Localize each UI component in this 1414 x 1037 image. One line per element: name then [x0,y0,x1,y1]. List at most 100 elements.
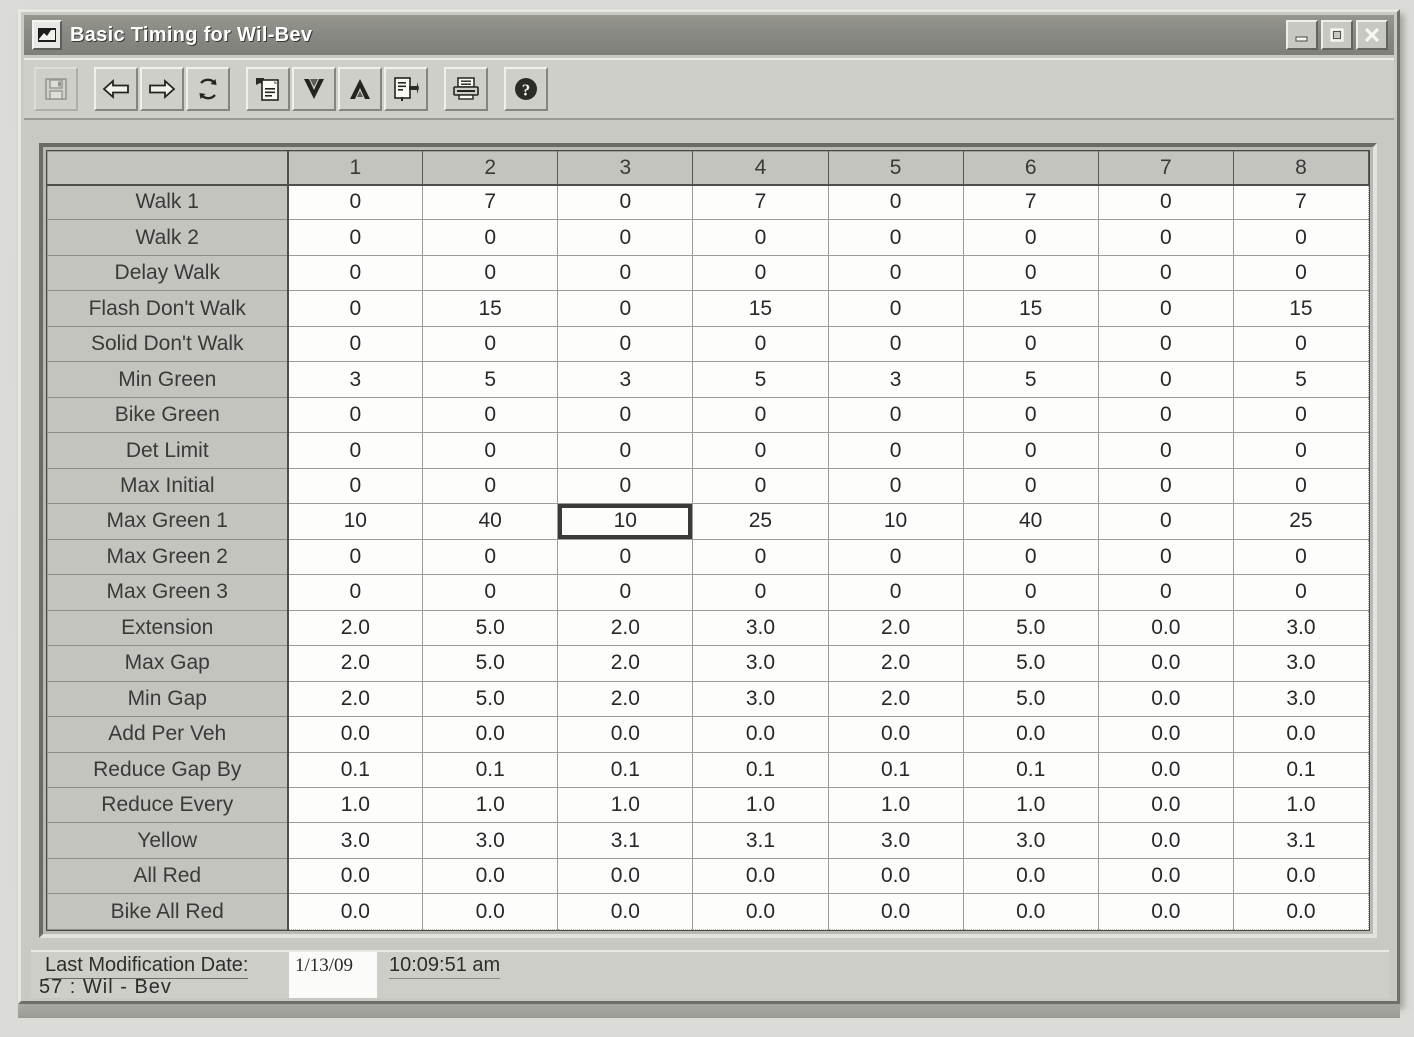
table-cell[interactable]: 0 [962,574,1099,611]
table-cell[interactable]: 5.0 [422,680,559,718]
table-cell[interactable]: 0 [286,254,424,292]
table-cell[interactable]: 0.1 [557,751,694,788]
table-cell[interactable]: 0 [422,467,559,505]
table-cell[interactable]: 0.0 [286,857,424,895]
table-cell[interactable]: 0 [827,183,964,221]
close-icon[interactable] [1356,20,1388,50]
table-cell[interactable]: 0.0 [692,893,829,930]
table-cell[interactable]: 0.1 [286,751,424,788]
column-header-5[interactable]: 5 [827,151,964,186]
table-cell[interactable]: 25 [1232,503,1369,540]
table-cell[interactable]: 0 [557,254,694,292]
column-header-6[interactable]: 6 [962,151,1099,186]
table-cell[interactable]: 0 [962,254,1099,292]
table-cell[interactable]: 0 [962,432,1099,469]
table-cell[interactable]: 0 [422,325,559,363]
table-cell[interactable]: 1.0 [962,786,1099,824]
table-cell[interactable]: 0 [827,219,964,256]
row-label[interactable]: Min Green [47,361,289,398]
table-cell[interactable]: 0 [1097,290,1234,327]
table-cell[interactable]: 0.0 [1232,857,1369,895]
table-cell[interactable]: 0 [557,183,694,221]
table-cell[interactable]: 0.0 [422,857,559,895]
help-button[interactable]: ? [504,67,548,111]
table-cell[interactable]: 0 [827,467,964,505]
table-cell[interactable]: 0 [557,432,694,469]
table-cell[interactable]: 0 [1097,396,1234,434]
table-cell[interactable]: 5 [692,361,829,398]
table-cell[interactable]: 0 [962,467,1099,505]
table-cell[interactable]: 0 [692,254,829,292]
row-label[interactable]: Walk 2 [47,219,289,256]
table-cell[interactable]: 40 [962,503,1099,540]
table-cell[interactable]: 10 [827,503,964,540]
table-cell[interactable]: 1.0 [827,786,964,824]
row-label[interactable]: Bike All Red [47,893,289,930]
table-cell[interactable]: 0 [1232,219,1369,256]
column-header-7[interactable]: 7 [1097,151,1234,186]
table-cell[interactable]: 1.0 [692,786,829,824]
table-cell[interactable]: 15 [422,290,559,327]
print-button[interactable] [444,67,488,111]
table-cell[interactable]: 0 [827,325,964,363]
previous-button[interactable] [94,67,138,111]
table-cell[interactable]: 3.0 [422,822,559,859]
row-label[interactable]: Det Limit [47,432,289,469]
table-cell[interactable]: 0.1 [692,751,829,788]
table-cell[interactable]: 0 [286,467,424,505]
table-cell[interactable]: 0 [962,396,1099,434]
table-cell[interactable]: 1.0 [1232,786,1369,824]
table-cell[interactable]: 0.0 [286,716,424,753]
table-cell[interactable]: 0 [962,219,1099,256]
table-cell[interactable]: 5.0 [422,609,559,647]
table-cell[interactable]: 2.0 [827,680,964,718]
table-cell[interactable]: 15 [962,290,1099,327]
table-cell[interactable]: 2.0 [557,645,694,682]
table-cell[interactable]: 3.0 [827,822,964,859]
table-cell[interactable]: 0.0 [1232,893,1369,930]
table-cell[interactable]: 3 [557,361,694,398]
table-cell[interactable]: 0 [1232,538,1369,576]
table-cell[interactable]: 0 [692,219,829,256]
table-cell[interactable]: 3 [827,361,964,398]
table-cell[interactable]: 0.0 [962,893,1099,930]
table-cell[interactable]: 0 [1232,467,1369,505]
table-cell[interactable]: 0 [692,325,829,363]
table-cell[interactable]: 0 [557,290,694,327]
table-cell[interactable]: 0 [286,219,424,256]
table-cell[interactable]: 0.0 [557,716,694,753]
table-cell[interactable]: 0 [1232,432,1369,469]
save-button[interactable] [34,67,78,111]
table-cell[interactable]: 0 [1097,432,1234,469]
row-label[interactable]: Add Per Veh [47,716,289,753]
copy-button[interactable] [246,67,290,111]
table-cell[interactable]: 0 [1097,183,1234,221]
table-cell[interactable]: 0 [692,467,829,505]
table-cell[interactable]: 5 [422,361,559,398]
row-label[interactable]: Reduce Every [47,786,289,824]
row-label[interactable]: Bike Green [47,396,289,434]
table-cell[interactable]: 0.1 [422,751,559,788]
table-cell[interactable]: 15 [1232,290,1369,327]
refresh-button[interactable] [186,67,230,111]
timing-grid[interactable]: 12345678 Walk 1 0 7 0 7 0 7 0 7 Walk 2 0 0 0 0 0 0 0 0 Del… [46,150,1370,931]
table-cell[interactable]: 3.0 [1232,609,1369,647]
column-header-2[interactable]: 2 [422,151,559,186]
table-cell[interactable]: 2.0 [286,680,424,718]
table-cell[interactable]: 0 [1097,574,1234,611]
table-cell[interactable]: 15 [692,290,829,327]
row-label[interactable]: Walk 1 [47,183,289,221]
row-label[interactable]: Max Green 1 [47,503,289,540]
table-cell[interactable]: 0.0 [1097,893,1234,930]
row-label[interactable]: Reduce Gap By [47,751,289,788]
table-cell[interactable]: 0 [286,574,424,611]
table-cell[interactable]: 0 [286,325,424,363]
table-cell[interactable]: 2.0 [557,609,694,647]
row-label[interactable]: Extension [47,609,289,647]
table-cell[interactable]: 0.0 [1097,822,1234,859]
column-header-4[interactable]: 4 [692,151,829,186]
table-cell[interactable]: 7 [1232,183,1369,221]
table-cell[interactable]: 0 [1097,219,1234,256]
table-cell[interactable]: 0.0 [1097,786,1234,824]
table-cell[interactable]: 0 [1097,467,1234,505]
